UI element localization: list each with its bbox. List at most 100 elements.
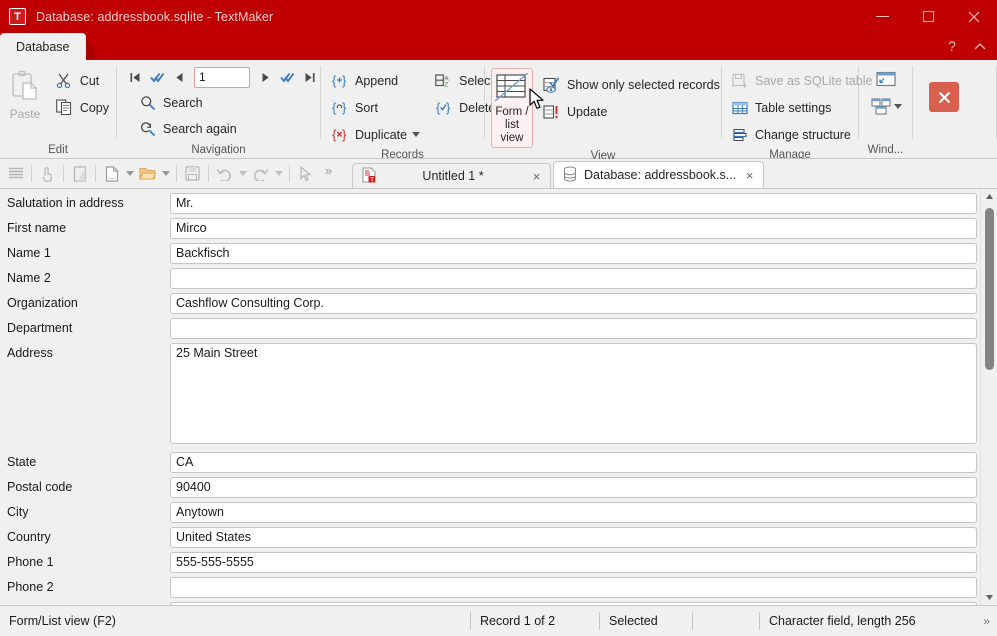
table-settings-button[interactable]: Table settings [725,95,879,120]
page-icon[interactable] [68,162,91,185]
quick-access-overflow-button[interactable]: » [317,162,340,185]
cut-button[interactable]: Cut [50,68,116,93]
field-input[interactable]: Backfisch [170,243,977,264]
document-tab-strip: T Untitled 1 * × Database: addressbook.s… [352,159,766,188]
duplicate-button[interactable]: {} Sort [325,95,427,120]
chevron-down-icon[interactable] [159,162,172,185]
open-folder-icon[interactable] [136,162,159,185]
field-input[interactable] [170,577,977,598]
form-list-view-label-1: Form / [495,106,528,119]
title-bar: Database: addressbook.sqlite - TextMaker [0,0,997,33]
previous-record-icon[interactable] [169,66,189,88]
field-input[interactable] [170,318,977,339]
svg-text:{: { [332,127,337,142]
document-tab-untitled[interactable]: T Untitled 1 * × [352,163,551,188]
textmaker-window: Database: addressbook.sqlite - TextMaker… [0,0,997,636]
app-logo-icon [9,8,26,25]
close-document-button[interactable] [929,82,959,112]
undo-icon[interactable] [213,162,236,185]
restore-window-button[interactable] [873,68,899,90]
document-tab-database[interactable]: Database: addressbook.s... × [553,161,764,188]
first-record-icon[interactable] [125,66,145,88]
divider [289,165,290,182]
field-label: Phone 1 [7,555,54,569]
document-tab-untitled-label: Untitled 1 * [383,169,523,183]
form-field-column: Mr. Mirco Backfisch Cashflow Consulting Cor… [168,189,980,605]
close-icon[interactable]: × [743,168,756,183]
search-again-button[interactable]: Search again [133,116,244,141]
svg-text:{: { [332,100,337,115]
record-number-input[interactable] [194,67,250,88]
copy-button[interactable]: Copy [50,95,116,120]
field-label: Name 1 [7,246,51,260]
chevron-down-icon[interactable] [272,162,285,185]
vertical-scrollbar[interactable] [980,189,997,605]
scroll-down-arrow[interactable] [981,590,997,605]
document-tab-database-label: Database: addressbook.s... [584,168,736,182]
touch-mode-icon[interactable] [36,162,59,185]
last-record-icon[interactable] [299,66,319,88]
maximize-button[interactable] [905,0,951,33]
tab-database[interactable]: Database [0,33,86,60]
field-input[interactable]: Cashflow Consulting Corp. [170,293,977,314]
new-document-icon[interactable] [100,162,123,185]
form-list-view-icon [494,73,530,104]
field-label: Country [7,530,51,544]
collapse-ribbon-icon[interactable] [967,35,993,57]
show-only-selected-records-button[interactable]: Show only selected records [537,72,727,97]
restore-window-icon [876,71,896,87]
minimize-button[interactable] [859,0,905,33]
help-icon[interactable]: ? [939,35,965,57]
field-input[interactable] [170,268,977,289]
next-marked-record-icon[interactable] [277,66,297,88]
update-button[interactable]: Update [537,99,727,124]
field-input[interactable]: 90400 [170,477,977,498]
chevron-down-icon[interactable] [894,104,902,109]
chevron-down-icon[interactable] [236,162,249,185]
status-view-mode[interactable]: Form/List view (F2) [0,606,470,636]
menu-icon[interactable] [4,162,27,185]
paste-label: Paste [10,107,41,121]
window-title: Database: addressbook.sqlite - TextMaker [36,10,273,24]
svg-text:}: } [342,127,347,142]
save-as-sqlite-table-button[interactable]: Save as SQLite table [725,68,879,93]
form-list-view-toggle[interactable]: Form / list view [491,68,533,148]
tab-database-label: Database [16,40,70,54]
pointer-icon[interactable] [294,162,317,185]
arrange-windows-button[interactable] [869,95,893,117]
delete-button[interactable]: {} Duplicate [325,122,427,147]
status-bar: Form/List view (F2) Record 1 of 2 Select… [0,605,997,636]
append-button[interactable]: {} Append [325,68,427,93]
window-controls [859,0,997,33]
svg-text:{: { [436,100,441,115]
redo-icon[interactable] [249,162,272,185]
field-input[interactable]: Anytown [170,502,977,523]
scroll-up-arrow[interactable] [981,189,997,204]
scrollbar-track[interactable] [981,204,997,590]
close-button[interactable] [951,0,997,33]
search-button[interactable]: Search [133,90,244,115]
field-input[interactable]: Mirco [170,218,977,239]
svg-text:T: T [370,176,374,183]
field-label: First name [7,221,66,235]
status-overflow-button[interactable]: » [983,614,990,628]
change-structure-button[interactable]: Change structure [725,122,879,147]
field-label: Postal code [7,480,72,494]
scrollbar-thumb[interactable] [985,208,994,370]
next-record-icon[interactable] [255,66,275,88]
field-input[interactable]: 555-555-5555 [170,552,977,573]
field-input[interactable]: United States [170,527,977,548]
previous-marked-record-icon[interactable] [147,66,167,88]
ribbon-group-view: Form / list view Show only selected reco… [485,60,721,159]
close-icon[interactable]: × [530,169,543,184]
save-sqlite-icon [729,72,750,90]
field-input[interactable]: CA [170,452,977,473]
select-icon: {} [433,99,454,117]
field-input[interactable]: Mr. [170,193,977,214]
paste-button[interactable]: Paste [0,66,50,121]
chevron-down-icon[interactable] [123,162,136,185]
show-selected-icon [541,76,562,94]
save-icon[interactable] [181,162,204,185]
field-input[interactable]: 25 Main Street [170,343,977,444]
chevron-down-icon[interactable] [412,132,420,137]
